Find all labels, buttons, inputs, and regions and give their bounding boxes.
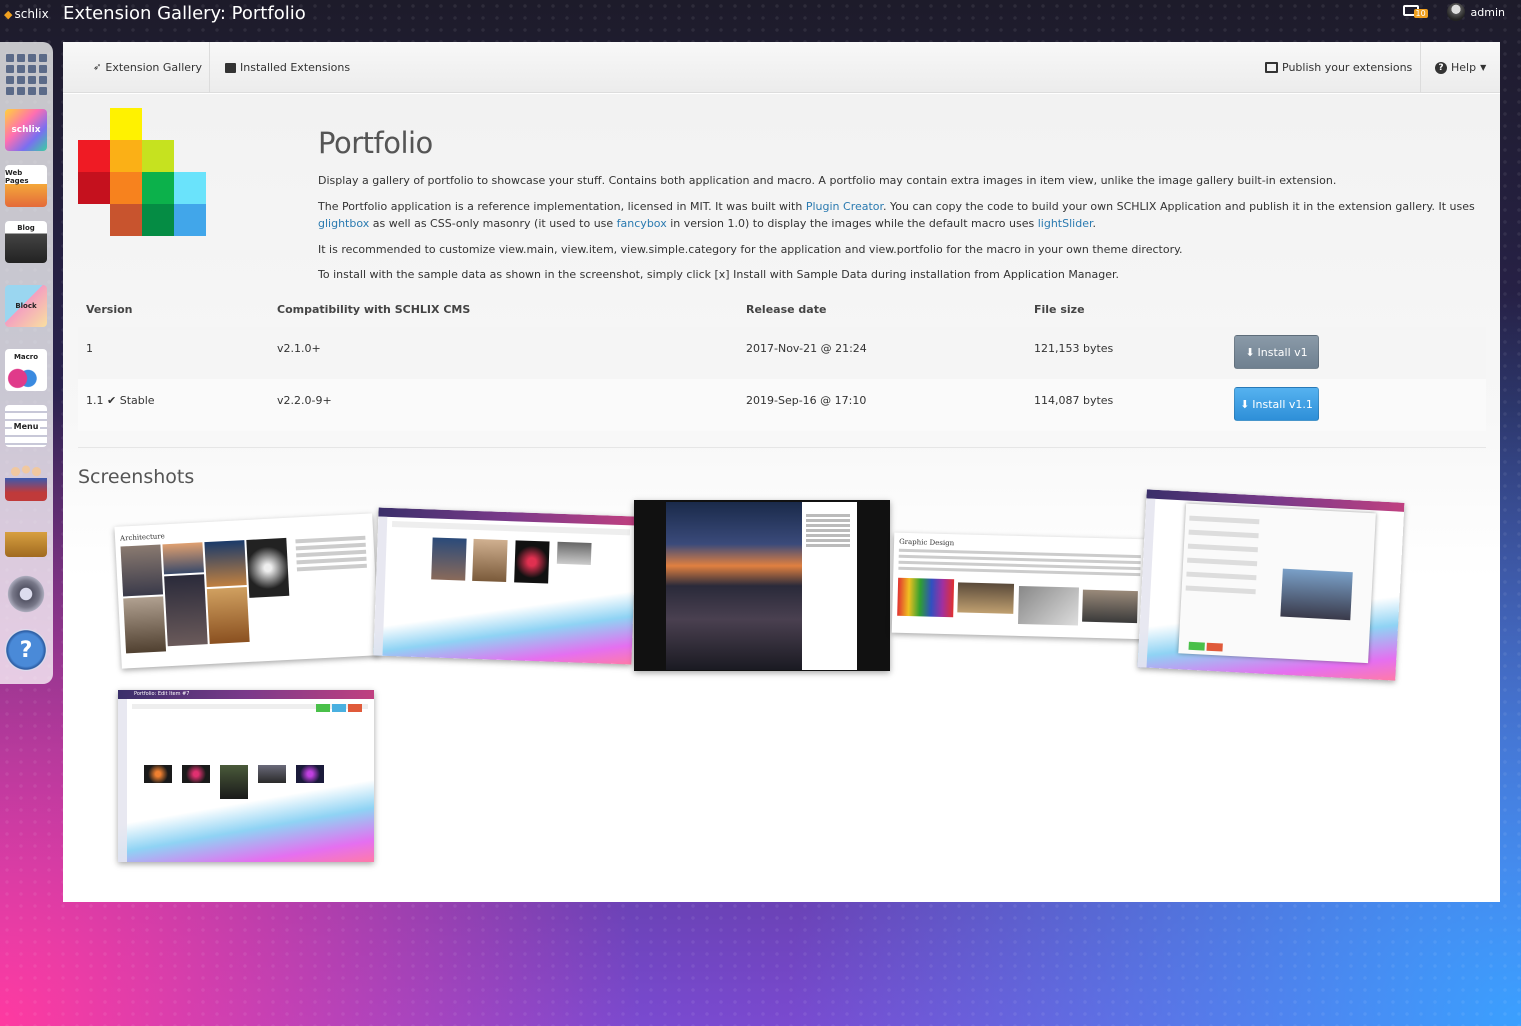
release-date: 2019-Sep-16 @ 17:10: [746, 394, 867, 407]
glightbox-link[interactable]: glightbox: [318, 217, 369, 230]
portfolio-logo: [78, 108, 206, 236]
notifications-button[interactable]: 10: [1402, 4, 1428, 20]
screenshot-caption: Architecture: [119, 532, 165, 543]
nav-installed-extensions-label: Installed Extensions: [240, 61, 351, 74]
app-description-3: It is recommended to customize view.main…: [318, 243, 1183, 256]
nav-publish-extensions[interactable]: Publish your extensions: [1265, 42, 1412, 93]
schlix-icon: schlix: [5, 109, 47, 151]
dock-tools[interactable]: [4, 512, 48, 560]
screenshot-thumbnail[interactable]: Portfolio: Edit Item #7: [118, 690, 374, 862]
nav-extension-gallery[interactable]: ➶ Extension Gallery: [93, 42, 202, 93]
menu-icon: Menu: [5, 405, 47, 447]
notification-badge: 10: [1413, 9, 1428, 18]
compatibility: v2.2.0-9+: [277, 394, 332, 407]
settings-gear-icon: [5, 573, 47, 615]
upload-icon: [1265, 62, 1278, 73]
lightslider-link[interactable]: lightSlider: [1038, 217, 1093, 230]
nav-divider: [1420, 42, 1421, 93]
nav-help-dropdown[interactable]: ? Help ▼: [1435, 42, 1486, 93]
stable-label: Stable: [119, 394, 155, 407]
versions-table: Version Compatibility with SCHLIX CMS Re…: [78, 293, 1486, 431]
dock-users[interactable]: [4, 456, 48, 504]
app-description-2: The Portfolio application is a reference…: [318, 200, 1475, 230]
table-row: 1 v2.1.0+ 2017-Nov-21 @ 21:24 121,153 by…: [78, 327, 1486, 379]
screenshot-thumbnail[interactable]: Graphic Design: [891, 532, 1150, 640]
page-title: Extension Gallery: Portfolio: [63, 3, 306, 24]
screenshot-thumbnail[interactable]: [1137, 489, 1405, 681]
tools-icon: [5, 515, 47, 557]
dock-schlix[interactable]: schlix: [4, 106, 48, 154]
avatar: [1446, 3, 1465, 21]
version-number: 1.1 ✔ Stable: [86, 394, 155, 407]
user-menu[interactable]: admin: [1446, 3, 1505, 21]
release-date: 2017-Nov-21 @ 21:24: [746, 342, 867, 355]
header-file-size: File size: [1034, 303, 1085, 316]
app-description-1: Display a gallery of portfolio to showca…: [318, 174, 1337, 187]
file-size: 121,153 bytes: [1034, 342, 1114, 355]
version-number: 1: [86, 342, 93, 355]
compatibility: v2.1.0+: [277, 342, 321, 355]
dock-block[interactable]: Block: [4, 282, 48, 330]
screenshot-thumbnail[interactable]: Architecture: [114, 513, 380, 669]
nav-help-label: Help: [1451, 61, 1477, 74]
brand-text: schlix: [14, 7, 49, 21]
app-description-4: To install with the sample data as shown…: [318, 268, 1120, 281]
nav-publish-label: Publish your extensions: [1282, 61, 1413, 74]
install-v1-1-button[interactable]: ⬇ Install v1.1: [1234, 387, 1319, 421]
nav-divider: [209, 42, 210, 93]
topbar-right: 10 admin: [1402, 3, 1505, 21]
screenshot-caption: Graphic Design: [899, 537, 955, 548]
header-version: Version: [86, 303, 133, 316]
extension-navbar: ➶ Extension Gallery Installed Extensions…: [63, 42, 1500, 93]
checkmark-icon: ✔: [107, 394, 117, 407]
dock-macro[interactable]: Macro: [4, 346, 48, 394]
install-v1-label: Install v1: [1257, 345, 1308, 359]
macro-icon: Macro: [5, 349, 47, 391]
fancybox-link[interactable]: fancybox: [617, 217, 667, 230]
schlix-logo-icon: ◆: [4, 7, 13, 21]
dock-blog[interactable]: Blog: [4, 218, 48, 266]
block-icon: Block: [5, 285, 47, 327]
install-v1-1-label: Install v1.1: [1252, 397, 1313, 411]
dock-app-grid[interactable]: [4, 50, 48, 98]
install-v1-button[interactable]: ⬇ Install v1: [1234, 335, 1319, 369]
rocket-icon: ➶: [93, 62, 102, 73]
brand-logo[interactable]: ◆ schlix: [4, 7, 49, 21]
archive-icon: [225, 62, 236, 73]
users-icon: [5, 459, 47, 501]
blog-icon: Blog: [5, 221, 47, 263]
screenshot-caption: Portfolio: Edit Item #7: [134, 691, 190, 697]
top-bar: ◆ schlix Extension Gallery: Portfolio 10…: [0, 0, 1521, 28]
help-icon: ?: [5, 629, 47, 671]
section-divider: [78, 447, 1486, 448]
dock-web-pages[interactable]: Web Pages: [4, 162, 48, 210]
header-compatibility: Compatibility with SCHLIX CMS: [277, 303, 471, 316]
screenshot-thumbnail[interactable]: [634, 500, 890, 671]
main-panel: ➶ Extension Gallery Installed Extensions…: [63, 42, 1500, 902]
nav-extension-gallery-label: Extension Gallery: [105, 61, 203, 74]
caret-down-icon: ▼: [1480, 63, 1487, 72]
download-icon: ⬇: [1240, 397, 1250, 411]
web-pages-icon: Web Pages: [5, 165, 47, 207]
dock-settings[interactable]: [4, 570, 48, 618]
download-icon: ⬇: [1245, 345, 1255, 359]
dock-help[interactable]: ?: [4, 626, 48, 674]
app-grid-icon: [5, 53, 47, 95]
question-circle-icon: ?: [1435, 61, 1447, 74]
screenshot-thumbnail[interactable]: [373, 507, 637, 665]
app-dock: schlix Web Pages Blog Block Macro Menu ?: [0, 42, 53, 684]
username: admin: [1470, 5, 1505, 19]
file-size: 114,087 bytes: [1034, 394, 1114, 407]
table-header: Version Compatibility with SCHLIX CMS Re…: [78, 293, 1486, 327]
dock-menu[interactable]: Menu: [4, 402, 48, 450]
table-row: 1.1 ✔ Stable v2.2.0-9+ 2019-Sep-16 @ 17:…: [78, 379, 1486, 431]
nav-installed-extensions[interactable]: Installed Extensions: [225, 42, 350, 93]
app-title: Portfolio: [318, 126, 433, 160]
header-release-date: Release date: [746, 303, 827, 316]
plugin-creator-link[interactable]: Plugin Creator: [806, 200, 883, 213]
screenshots-title: Screenshots: [78, 466, 195, 488]
